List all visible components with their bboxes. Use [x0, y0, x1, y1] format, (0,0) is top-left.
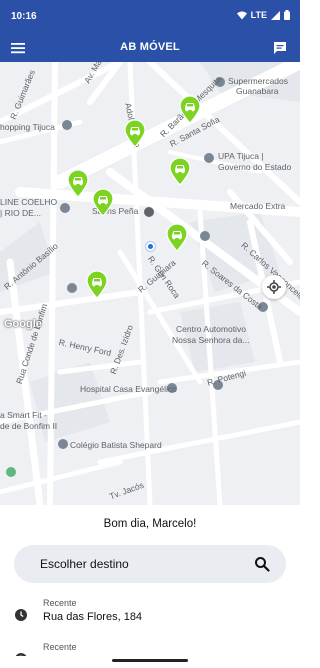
locate-button[interactable]	[262, 275, 286, 299]
destination-search-box[interactable]: Escolher destino	[14, 545, 286, 583]
wifi-icon	[236, 11, 247, 19]
battery-icon	[284, 10, 290, 20]
map-label: Mercado Extra	[230, 201, 286, 211]
map-label: a Smart Fit -	[0, 410, 47, 420]
map-label: Hospital Casa Evangélico	[80, 384, 177, 394]
home-indicator[interactable]	[112, 659, 188, 662]
google-logo: Google	[4, 318, 42, 330]
map-label: Guanabara	[236, 86, 279, 96]
destination-search-label: Escolher destino	[40, 557, 129, 571]
hospital-poi-icon[interactable]	[204, 153, 214, 163]
clock-icon	[15, 609, 27, 621]
recent-kicker: Recente	[43, 598, 77, 608]
school-poi-icon[interactable]	[58, 439, 68, 449]
map-label: | RIO DE...	[0, 208, 41, 218]
user-location-icon	[146, 242, 155, 251]
store-poi-icon[interactable]	[60, 203, 70, 213]
recent-kicker: Recente	[43, 642, 77, 652]
car-pin-icon[interactable]	[169, 157, 191, 186]
map-label: Centro Automotivo	[176, 324, 246, 334]
status-indicators: LTE	[236, 10, 290, 20]
map-label: Governo do Estado	[218, 162, 292, 172]
app-bar: AB MÓVEL	[0, 34, 300, 62]
map-label: Supermercados	[228, 76, 289, 86]
map-label: LINE COELHO	[0, 197, 58, 207]
recent-address: Rua das Flores, 184	[43, 611, 143, 623]
gym-poi-icon[interactable]	[6, 467, 16, 477]
app-title: AB MÓVEL	[120, 41, 180, 53]
map-label: de de Bonfim II	[0, 421, 58, 431]
map-label: Nossa Senhora da...	[172, 335, 250, 345]
greeting-text: Bom dia, Marcelo!	[103, 518, 197, 530]
car-pin-icon[interactable]	[179, 95, 201, 124]
car-service-poi-icon[interactable]	[200, 231, 210, 241]
chat-icon[interactable]	[272, 40, 288, 56]
map-label: UPA Tijuca |	[218, 151, 264, 161]
status-time: 10:16	[11, 11, 37, 22]
map-label: hopping Tijuca	[0, 122, 55, 132]
shopping-poi-icon[interactable]	[62, 120, 72, 130]
signal-icon	[271, 10, 280, 20]
bottom-sheet: Bom dia, Marcelo! Escolher destino Recen…	[0, 505, 300, 668]
car-pin-icon[interactable]	[166, 223, 188, 252]
car-pin-icon[interactable]	[67, 169, 89, 198]
network-type: LTE	[250, 10, 267, 20]
location-poi-icon[interactable]	[67, 283, 77, 293]
metro-poi-icon[interactable]	[144, 207, 154, 217]
car-pin-icon[interactable]	[92, 188, 114, 217]
car-pin-icon[interactable]	[86, 270, 108, 299]
search-icon[interactable]	[254, 556, 270, 572]
my-location-icon	[267, 280, 281, 294]
car-pin-icon[interactable]	[124, 119, 146, 148]
recent-destination-item[interactable]: Recente Rua das Flores, 184	[0, 596, 300, 636]
map-view[interactable]: R. Guimarães Av. Ma... Adolfo Mota R. Ba…	[0, 62, 300, 505]
system-nav-bar	[0, 656, 300, 668]
status-bar: 10:16 LTE	[0, 0, 300, 34]
map-label: Colégio Batista Shepard	[70, 440, 162, 450]
